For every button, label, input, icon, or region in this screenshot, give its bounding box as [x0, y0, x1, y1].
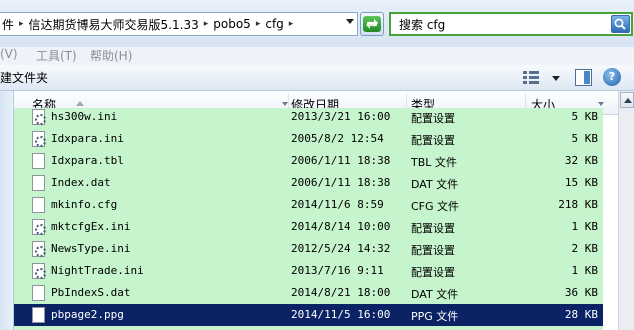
config-file-icon [32, 109, 46, 125]
file-size: 28 KB [564, 308, 598, 321]
file-type: PPG 文件 [411, 310, 459, 323]
file-row[interactable]: PbIndexS.dat 2014/8/21 18:00 DAT 文件 36 KB [14, 282, 603, 304]
file-icon [32, 153, 45, 169]
file-name: Idxpara.ini [51, 132, 124, 145]
file-name: pbpage2.ppg [51, 308, 124, 321]
breadcrumb-separator-icon[interactable]: ▸ [204, 19, 209, 29]
search-icon[interactable] [611, 15, 630, 33]
view-options-icon[interactable] [523, 71, 539, 84]
file-type: 配置设置 [411, 222, 455, 235]
file-icon [32, 197, 45, 213]
breadcrumb-item[interactable]: cfg [265, 17, 283, 31]
file-row[interactable]: mktcfgEx.ini 2014/8/14 10:00 配置设置 1 KB [14, 216, 603, 238]
file-date: 2013/3/21 16:00 [291, 110, 391, 123]
file-date: 2014/11/6 8:59 [291, 198, 384, 211]
file-name: hs300w.ini [51, 110, 118, 123]
file-date: 2005/8/2 12:54 [291, 132, 384, 145]
file-size: 5 KB [571, 132, 599, 145]
file-date: 2012/5/24 14:32 [291, 242, 391, 255]
file-name: mkinfo.cfg [51, 198, 118, 211]
menu-view[interactable]: (V) [0, 47, 18, 61]
file-row[interactable]: NewsType.ini 2012/5/24 14:32 配置设置 2 KB [14, 238, 603, 260]
file-row[interactable]: hs300w.ini 2013/3/21 16:00 配置设置 5 KB [14, 108, 603, 128]
breadcrumb-separator-icon[interactable]: ▸ [256, 19, 261, 29]
file-type: TBL 文件 [411, 156, 457, 169]
file-name: NightTrade.ini [51, 264, 144, 277]
address-dropdown-icon[interactable] [346, 19, 354, 24]
search-input[interactable]: 搜索 cfg [389, 12, 633, 36]
menu-bar: (V) 工具(T) 帮助(H) [0, 47, 634, 65]
file-name: Idxpara.tbl [51, 154, 124, 167]
file-type: 配置设置 [411, 134, 455, 147]
file-name: mktcfgEx.ini [51, 220, 131, 233]
file-name: NewsType.ini [51, 242, 131, 255]
file-type: 配置设置 [411, 266, 455, 279]
breadcrumb-separator-icon[interactable]: ▸ [289, 19, 294, 29]
breadcrumb-item[interactable]: pobo5 [213, 17, 251, 31]
column-dropdown-icon[interactable] [598, 102, 604, 106]
file-date: 2014/8/14 10:00 [291, 220, 391, 233]
config-file-icon [32, 263, 46, 279]
config-file-icon [32, 219, 46, 235]
breadcrumb-item[interactable]: 信达期货博易大师交易版5.1.33 [29, 16, 199, 33]
file-size: 5 KB [571, 110, 599, 123]
file-size: 32 KB [564, 154, 598, 167]
refresh-icon [363, 16, 381, 32]
address-toolbar: 件 ▸ 信达期货博易大师交易版5.1.33 ▸ pobo5 ▸ cfg ▸ 搜索… [0, 0, 634, 47]
file-row[interactable]: NightTrade.ini 2013/7/16 9:11 配置设置 1 KB [14, 260, 603, 282]
file-row[interactable]: mkinfo.cfg 2014/11/6 8:59 CFG 文件 218 KB [14, 194, 603, 216]
config-file-icon [32, 131, 46, 147]
file-type: 配置设置 [411, 112, 455, 125]
file-type: DAT 文件 [411, 178, 459, 191]
file-row[interactable]: Idxpara.ini 2005/8/2 12:54 配置设置 5 KB [14, 128, 603, 150]
file-date: 2014/8/21 18:00 [291, 286, 391, 299]
refresh-button[interactable] [360, 12, 384, 36]
file-size: 1 KB [571, 220, 599, 233]
file-date: 2013/7/16 9:11 [291, 264, 384, 277]
navigation-pane[interactable] [0, 91, 14, 330]
file-name: PbIndexS.dat [51, 286, 131, 299]
file-icon [32, 285, 45, 301]
scroll-up-icon[interactable] [620, 92, 634, 108]
file-date: 2006/1/11 18:38 [291, 176, 391, 189]
file-type: 配置设置 [411, 244, 455, 257]
menu-help[interactable]: 帮助(H) [90, 47, 132, 64]
file-size: 2 KB [571, 242, 599, 255]
file-type: CFG 文件 [411, 200, 460, 213]
breadcrumb-item[interactable]: 件 [2, 16, 14, 33]
view-dropdown-icon[interactable] [552, 76, 560, 81]
address-bar[interactable]: 件 ▸ 信达期货博易大师交易版5.1.33 ▸ pobo5 ▸ cfg ▸ [0, 12, 358, 36]
file-icon [32, 307, 45, 323]
file-rows: hs300w.ini 2013/3/21 16:00 配置设置 5 KB Idxpara… [14, 108, 603, 330]
breadcrumb-separator-icon[interactable]: ▸ [19, 19, 24, 29]
file-row[interactable]: Idxpara.tbl 2006/1/11 18:38 TBL 文件 32 KB [14, 150, 603, 172]
vertical-scrollbar[interactable] [618, 91, 634, 330]
file-date: 2006/1/11 18:38 [291, 154, 391, 167]
file-row[interactable]: Index.dat 2006/1/11 18:38 DAT 文件 15 KB [14, 172, 603, 194]
file-size: 218 KB [558, 198, 598, 211]
file-name: Index.dat [51, 176, 111, 189]
file-size: 15 KB [564, 176, 598, 189]
search-text: 搜索 cfg [399, 17, 446, 32]
file-icon [32, 175, 45, 191]
file-size: 36 KB [564, 286, 598, 299]
menu-tools[interactable]: 工具(T) [36, 47, 77, 64]
file-row[interactable]: pbpage2.ppg 2014/11/5 16:00 PPG 文件 28 KB [14, 304, 603, 326]
help-icon[interactable]: ? [603, 68, 621, 86]
new-folder-button[interactable]: 建文件夹 [0, 69, 48, 86]
file-type: DAT 文件 [411, 288, 459, 301]
sort-ascending-icon [76, 101, 84, 106]
preview-pane-icon[interactable] [575, 69, 592, 86]
config-file-icon [32, 241, 46, 257]
file-size: 1 KB [571, 264, 599, 277]
command-bar: 建文件夹 ? [0, 65, 634, 91]
file-date: 2014/11/5 16:00 [291, 308, 391, 321]
